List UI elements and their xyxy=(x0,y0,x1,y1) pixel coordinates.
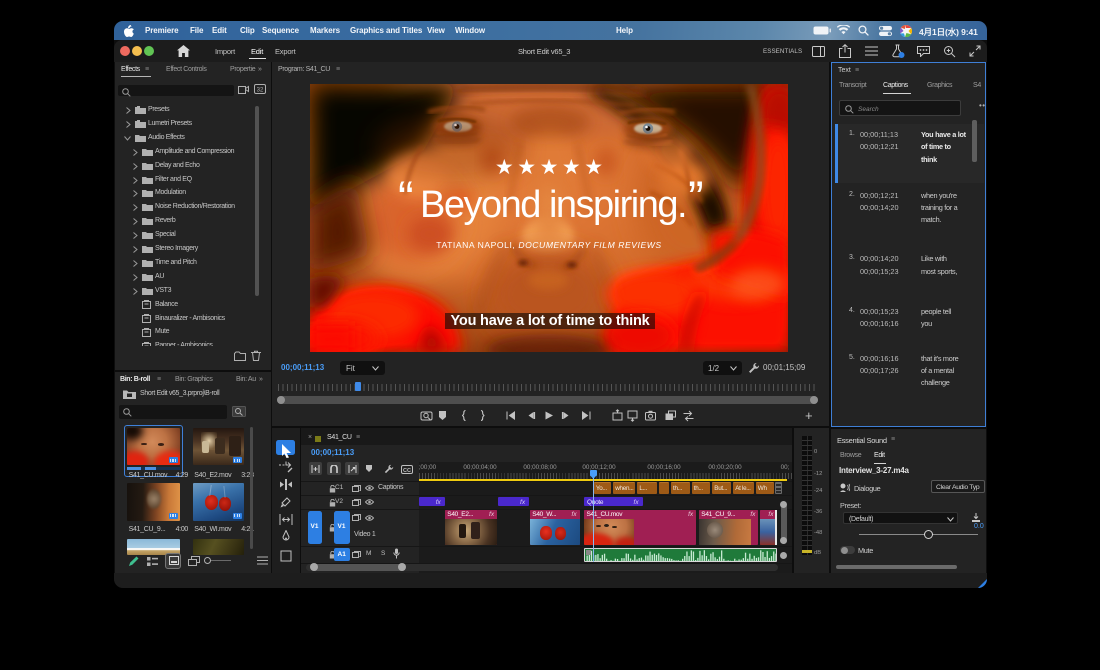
svg-text:CC: CC xyxy=(403,467,411,473)
svg-text:32: 32 xyxy=(257,88,264,94)
